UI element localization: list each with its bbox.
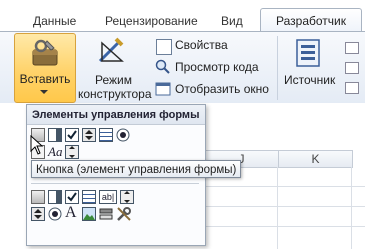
activex-option-button-icon[interactable]	[48, 207, 62, 221]
gridline	[277, 167, 278, 249]
activex-combo-box-icon[interactable]	[48, 190, 62, 204]
image-icon[interactable]	[82, 207, 96, 221]
design-mode-label-2[interactable]: конструктора	[78, 87, 152, 101]
toggle-button-icon[interactable]	[99, 207, 113, 221]
tab-review[interactable]: Рецензирование	[105, 11, 198, 32]
column-header-k[interactable]: K	[278, 150, 353, 168]
spin-button-icon[interactable]	[82, 128, 96, 142]
chevron-down-icon	[40, 90, 48, 94]
activex-scroll-bar-icon[interactable]	[120, 190, 134, 204]
option-button-icon[interactable]	[116, 128, 130, 142]
activex-label-icon[interactable]: A	[65, 204, 77, 222]
insert-label: Вставить	[19, 72, 71, 86]
show-window-button[interactable]: Отобразить окно	[175, 82, 269, 96]
gridline	[204, 186, 365, 187]
text-box-icon[interactable]: ab|	[99, 190, 117, 204]
activex-check-box-icon[interactable]	[65, 190, 79, 204]
activex-spin-button-icon[interactable]	[31, 207, 45, 221]
xml-map-icon	[345, 42, 359, 54]
view-code-icon	[155, 59, 170, 74]
properties-icon	[156, 39, 172, 55]
toolbox-icon	[32, 39, 58, 66]
source-icon	[296, 39, 320, 67]
gridline	[351, 167, 352, 249]
combo-box-icon[interactable]	[48, 128, 62, 142]
show-window-icon	[155, 82, 171, 96]
gallery-title: Элементы управления формы	[27, 105, 205, 125]
tab-view[interactable]: Вид	[221, 11, 243, 32]
xml-refresh-icon	[345, 82, 359, 94]
design-mode-icon	[98, 37, 124, 63]
ribbon-separator	[277, 36, 278, 100]
more-controls-icon[interactable]	[116, 206, 132, 222]
tooltip: Кнопка (элемент управления формы)	[31, 160, 241, 178]
mouse-cursor-icon	[30, 135, 44, 155]
gridline	[204, 206, 365, 207]
design-mode-label[interactable]: Режим	[95, 73, 132, 87]
list-box-icon[interactable]	[99, 128, 113, 142]
section-separator	[31, 183, 199, 184]
check-box-icon[interactable]	[65, 128, 79, 142]
xml-expand-icon	[345, 62, 359, 74]
source-button[interactable]: Источник	[284, 73, 335, 87]
properties-button[interactable]: Свойства	[175, 38, 228, 52]
view-code-button[interactable]: Просмотр кода	[175, 60, 259, 74]
tab-developer[interactable]: Разработчик	[260, 8, 362, 33]
scroll-bar-icon[interactable]	[65, 145, 79, 159]
gridline	[204, 226, 365, 227]
label-icon[interactable]: Aa	[48, 144, 62, 160]
tab-data[interactable]: Данные	[33, 11, 76, 32]
insert-button[interactable]: Вставить	[14, 33, 76, 103]
command-button-icon[interactable]	[31, 190, 45, 204]
activex-list-box-icon[interactable]	[82, 190, 96, 204]
